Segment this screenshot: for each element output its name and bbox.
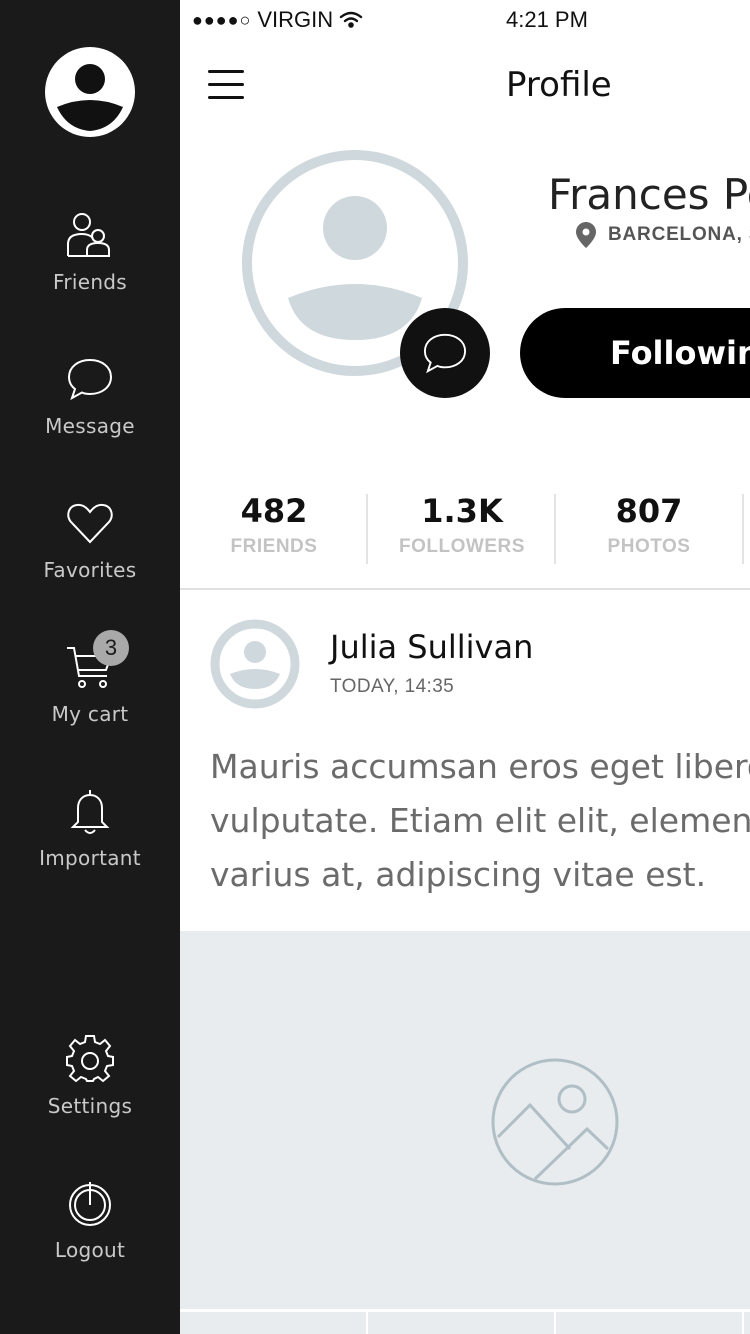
page-title: Profile [506, 65, 612, 105]
user-avatar-icon[interactable] [45, 47, 135, 137]
sidebar-item-friends[interactable]: Friends [0, 208, 180, 318]
post-timestamp: TODAY, 14:35 [330, 676, 455, 697]
bottom-bar [180, 1309, 750, 1334]
wifi-icon [339, 11, 363, 28]
carrier-name: VIRGIN [257, 7, 334, 32]
nav-bar: Profile [180, 40, 750, 128]
stat-label: FRIENDS [230, 536, 318, 557]
post-author-name[interactable]: Julia Sullivan [330, 628, 533, 666]
profile-name: Frances Po [548, 170, 750, 219]
sidebar-item-label: Friends [52, 270, 128, 294]
friends-icon [63, 208, 117, 262]
menu-icon[interactable] [208, 68, 244, 100]
stat-label: FOLLOWERS [399, 536, 525, 557]
sidebar-item-label: Important [39, 846, 141, 870]
sidebar-item-favorites[interactable]: Favorites [0, 496, 180, 606]
profile-stats: 482 FRIENDS 1.3K FOLLOWERS 807 PHOTOS [180, 480, 750, 580]
carrier: ●●●●○ VIRGIN [192, 7, 363, 33]
heart-icon [63, 496, 117, 550]
location-pin-icon [576, 222, 596, 248]
message-icon [63, 352, 117, 406]
stat-value: 482 [240, 492, 308, 530]
sidebar-item-label: Message [45, 414, 135, 438]
sidebar-item-label: Logout [54, 1238, 126, 1262]
cart-icon: 3 [63, 630, 129, 694]
status-bar: ●●●●○ VIRGIN 4:21 PM [180, 0, 750, 40]
post-body-line: vulputate. Etiam elit elit, elementur [210, 801, 750, 840]
following-button[interactable]: Followin [520, 308, 750, 398]
divider [180, 588, 750, 590]
stat-photos[interactable]: 807 PHOTOS [555, 480, 743, 570]
post-body-line: Mauris accumsan eros eget libero p [210, 747, 750, 786]
status-time: 4:21 PM [506, 7, 588, 32]
sidebar-item-logout[interactable]: Logout [0, 1176, 180, 1286]
divider [742, 494, 744, 564]
gear-icon [63, 1032, 117, 1086]
post-body-line: varius at, adipiscing vitae est. [210, 855, 707, 894]
stat-value: 807 [615, 492, 683, 530]
profile-location: BARCELONA, S [576, 222, 750, 248]
sidebar: Friends Message Favorites 3 My cart Impo… [0, 0, 180, 1334]
image-icon [491, 1058, 619, 1186]
post-body: Mauris accumsan eros eget libero p vulpu… [210, 740, 750, 902]
stat-label: PHOTOS [607, 536, 691, 557]
sidebar-item-message[interactable]: Message [0, 352, 180, 462]
post-image-placeholder[interactable] [180, 931, 750, 1309]
sidebar-item-settings[interactable]: Settings [0, 1032, 180, 1142]
main-panel: ●●●●○ VIRGIN 4:21 PM Profile Frances Po [180, 0, 750, 1334]
bell-icon [63, 784, 117, 838]
post-author-avatar[interactable] [210, 619, 300, 709]
location-text: BARCELONA, S [608, 224, 750, 245]
sidebar-item-important[interactable]: Important [0, 784, 180, 894]
signal-strength: ●●●●○ [192, 9, 252, 30]
stat-friends[interactable]: 482 FRIENDS [180, 480, 368, 570]
sidebar-item-label: My cart [51, 702, 129, 726]
message-icon [423, 333, 467, 374]
message-button[interactable] [400, 308, 490, 398]
cart-count-badge: 3 [93, 630, 129, 666]
sidebar-item-my-cart[interactable]: 3 My cart [0, 630, 180, 750]
stat-value: 1.3K [421, 492, 503, 530]
stat-followers[interactable]: 1.3K FOLLOWERS [368, 480, 556, 570]
power-icon [63, 1176, 117, 1230]
sidebar-item-label: Favorites [43, 558, 137, 582]
sidebar-item-label: Settings [47, 1094, 133, 1118]
